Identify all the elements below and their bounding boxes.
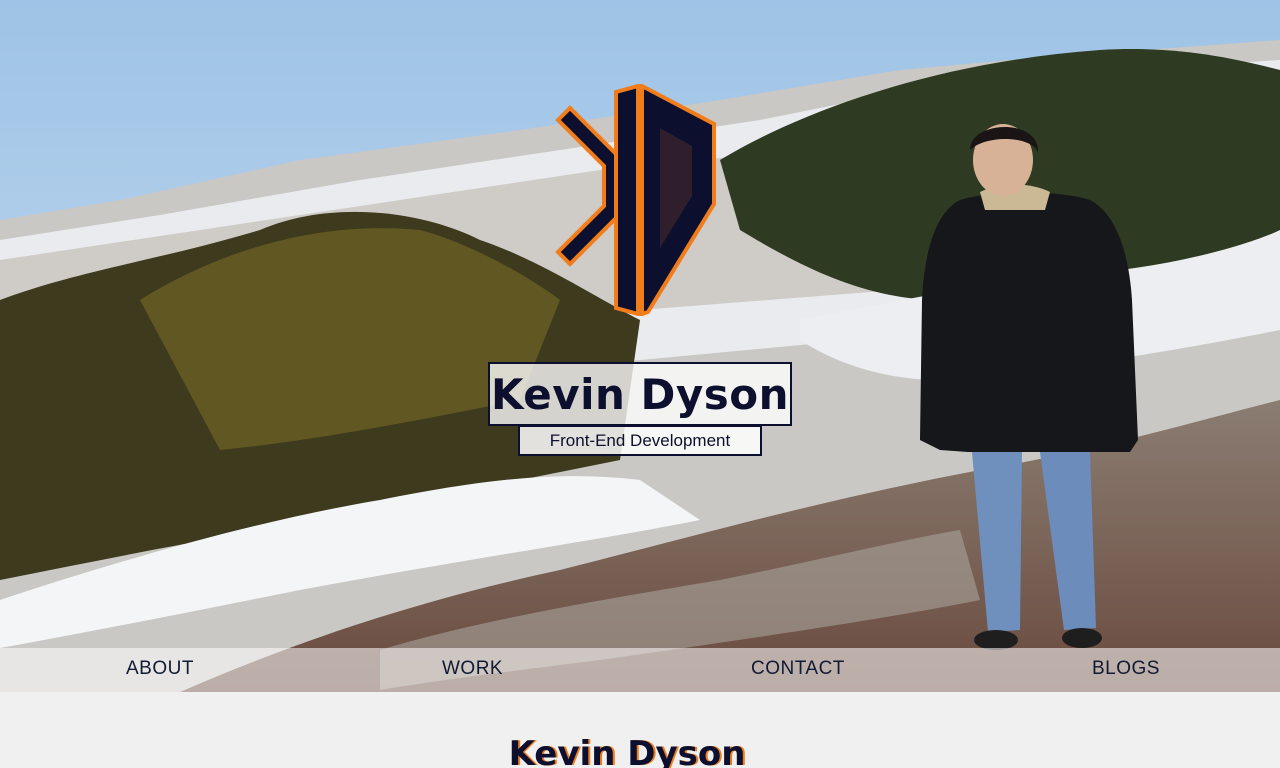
kd-logo-icon — [555, 84, 716, 316]
nav-about-link[interactable]: ABOUT — [126, 648, 194, 692]
hero-subtitle: Front-End Development — [549, 430, 731, 450]
nav-blogs-link[interactable]: BLOGS — [1092, 648, 1160, 692]
hero-subtitle-banner: Front-End Development — [518, 425, 762, 456]
nav-contact-link[interactable]: CONTACT — [751, 648, 845, 692]
hero-section: Kevin Dyson Front-End Development ABOUT … — [0, 0, 1280, 692]
hero-name: Kevin Dyson — [490, 369, 790, 419]
main-nav: ABOUT WORK CONTACT BLOGS — [0, 648, 1280, 692]
nav-work-link[interactable]: WORK — [442, 648, 503, 692]
hero-name-banner: Kevin Dyson — [488, 362, 792, 426]
section-title: Kevin Dyson — [508, 734, 746, 768]
